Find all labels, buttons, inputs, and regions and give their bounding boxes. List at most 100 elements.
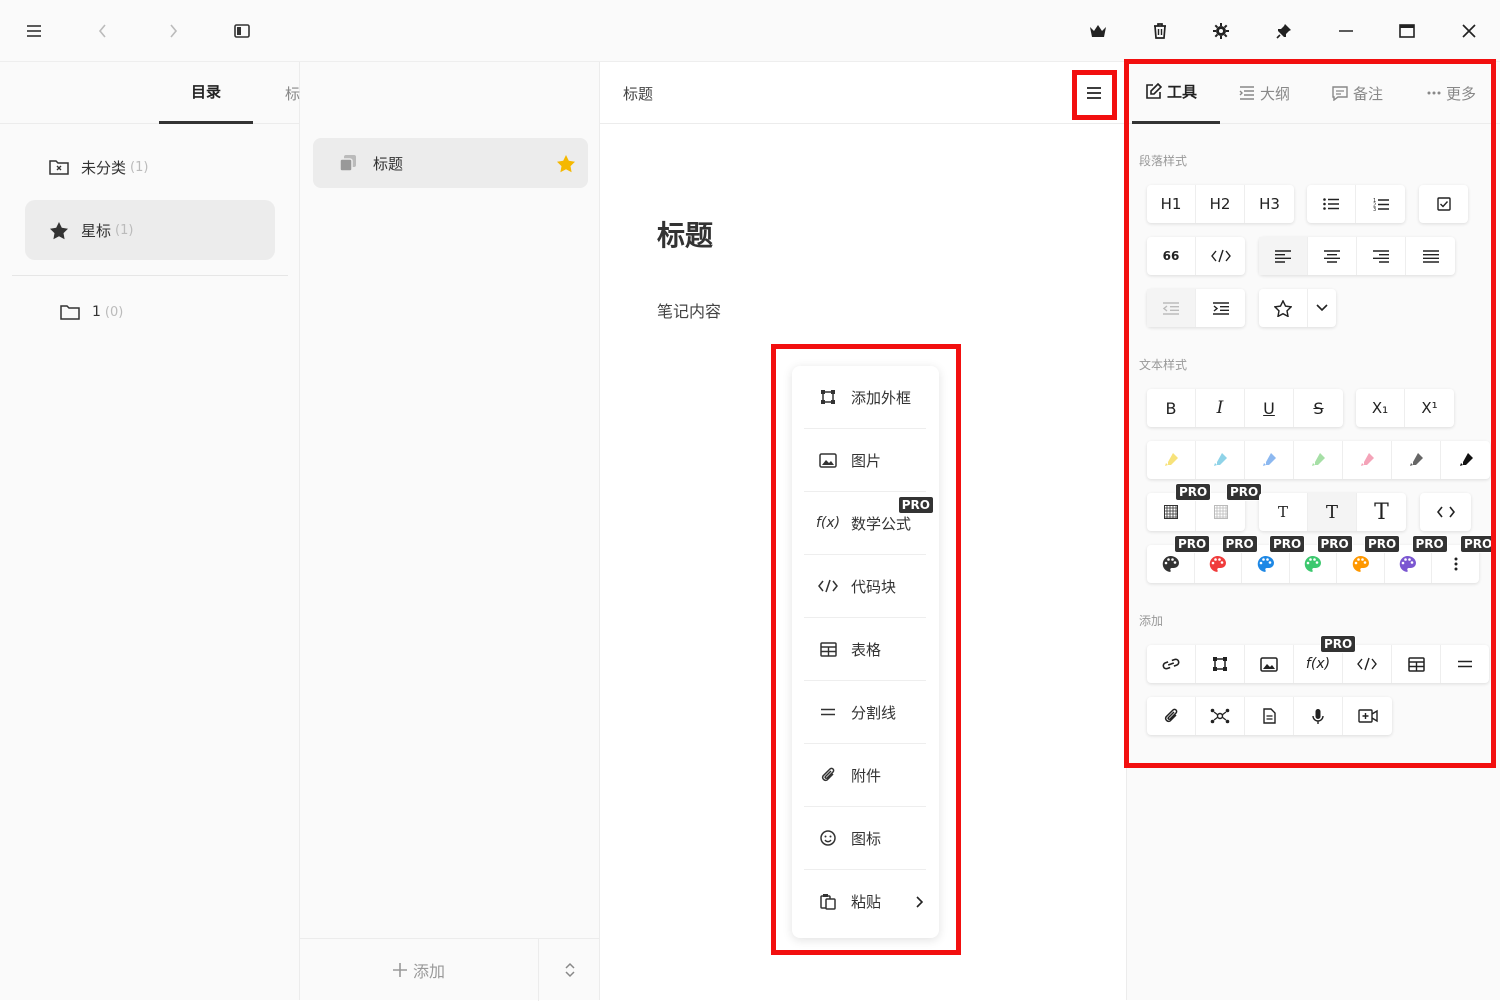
comment-icon	[1332, 85, 1348, 101]
font-size-group: T T T	[1259, 493, 1406, 531]
attachment-icon[interactable]	[1147, 697, 1196, 735]
video-icon[interactable]	[1343, 697, 1392, 735]
formula-icon[interactable]: f(x) PRO	[1294, 635, 1357, 683]
bullet-list-icon[interactable]	[1307, 185, 1356, 223]
palette-icon[interactable]: PRO	[1385, 535, 1448, 583]
superscript-button[interactable]: X¹	[1405, 389, 1454, 427]
background-light-icon[interactable]: PRO	[1196, 483, 1263, 531]
menu-item-frame[interactable]: 添加外框	[804, 366, 926, 429]
align-justify-icon[interactable]	[1406, 237, 1455, 275]
table-icon	[817, 641, 839, 657]
editor-menu-icon[interactable]	[1077, 76, 1111, 110]
close-icon[interactable]	[1452, 14, 1486, 48]
divider-icon[interactable]	[1441, 645, 1489, 683]
menu-item-attachment[interactable]: 附件	[804, 744, 926, 807]
add-note-button[interactable]: 添加	[300, 939, 538, 1001]
outdent-icon[interactable]	[1147, 289, 1196, 327]
star-icon[interactable]	[556, 154, 576, 173]
menu-item-table[interactable]: 表格	[804, 618, 926, 681]
maximize-icon[interactable]	[1390, 14, 1424, 48]
checkbox-icon[interactable]	[1419, 185, 1468, 223]
crown-icon[interactable]	[1081, 14, 1115, 48]
menu-item-code[interactable]: 代码块	[804, 555, 926, 618]
menu-item-image[interactable]: 图片	[804, 429, 926, 492]
align-right-icon[interactable]	[1357, 237, 1406, 275]
highlighter-icon[interactable]	[1147, 441, 1196, 479]
tab-catalog[interactable]: 目录	[159, 62, 253, 124]
menu-item-divider[interactable]: 分割线	[804, 681, 926, 744]
pro-badge: PRO	[897, 496, 934, 514]
tab-label: 备注	[1353, 84, 1384, 103]
strikethrough-button[interactable]: S	[1294, 389, 1343, 427]
pin-icon[interactable]	[1267, 14, 1301, 48]
section-title-text: 文本样式	[1139, 358, 1188, 372]
numbered-list-icon[interactable]: 123	[1356, 185, 1405, 223]
minimize-icon[interactable]	[1329, 14, 1363, 48]
section-title-add: 添加	[1139, 614, 1164, 628]
highlighter-icon[interactable]	[1392, 441, 1441, 479]
palette-icon[interactable]: PRO	[1337, 535, 1401, 583]
highlighter-icon[interactable]	[1245, 441, 1294, 479]
sidebar-toggle-icon[interactable]	[225, 14, 259, 48]
tab-notes[interactable]: 备注	[1332, 62, 1383, 124]
document-title[interactable]: 标题	[657, 214, 713, 254]
tab-more[interactable]: 更多	[1427, 62, 1476, 124]
h1-button[interactable]: H1	[1147, 185, 1196, 223]
forward-icon[interactable]	[156, 14, 190, 48]
microphone-icon[interactable]	[1294, 697, 1343, 735]
menu-icon[interactable]	[17, 14, 51, 48]
image-icon[interactable]	[1245, 645, 1294, 683]
font-large-button[interactable]: T	[1357, 493, 1406, 531]
align-center-icon[interactable]	[1308, 237, 1357, 275]
sort-icon[interactable]	[538, 939, 600, 1001]
background-pattern-icon[interactable]: PRO	[1147, 483, 1212, 531]
back-icon[interactable]	[86, 14, 120, 48]
code-block-icon[interactable]	[1343, 645, 1392, 683]
font-medium-button[interactable]: T	[1308, 493, 1357, 531]
tab-outline[interactable]: 大纲	[1239, 62, 1290, 124]
inline-code-icon[interactable]	[1196, 237, 1245, 275]
link-icon[interactable]	[1147, 645, 1196, 683]
h2-button[interactable]: H2	[1196, 185, 1245, 223]
italic-button[interactable]: I	[1196, 389, 1245, 427]
tab-tools[interactable]: 工具	[1132, 62, 1220, 124]
gear-icon[interactable]	[1204, 14, 1238, 48]
code-brackets-icon[interactable]	[1420, 493, 1471, 531]
h3-button[interactable]: H3	[1245, 185, 1294, 223]
align-left-icon[interactable]	[1259, 237, 1308, 275]
star-outline-icon[interactable]	[1259, 289, 1308, 327]
more-vertical-icon[interactable]: PRO	[1432, 535, 1497, 583]
tab-label: 工具	[1167, 83, 1198, 101]
bold-button[interactable]: B	[1147, 389, 1196, 427]
category-uncategorized[interactable]: 未分类 (1)	[25, 137, 275, 197]
indent-icon[interactable]	[1196, 289, 1245, 327]
frame-icon[interactable]	[1196, 645, 1245, 683]
highlighter-icon[interactable]	[1294, 441, 1343, 479]
menu-item-emoji[interactable]: 图标	[804, 807, 926, 870]
palette-icon[interactable]: PRO	[1242, 535, 1306, 583]
document-body[interactable]: 笔记内容	[657, 298, 721, 322]
title-bar	[0, 0, 1500, 62]
highlighter-icon[interactable]	[1343, 441, 1392, 479]
palette-icon[interactable]: PRO	[1147, 535, 1211, 583]
palette-icon[interactable]: PRO	[1290, 535, 1353, 583]
font-small-button[interactable]: T	[1259, 493, 1308, 531]
subscript-button[interactable]: X₁	[1356, 389, 1405, 427]
underline-button[interactable]: U	[1245, 389, 1294, 427]
quote-button[interactable]: 66	[1147, 237, 1196, 275]
tool-panel: 工具 大纲 备注 更多 段落样式 H1 H2 H3 123 66 文本样式 B …	[1126, 62, 1500, 1000]
highlighter-icon[interactable]	[1196, 441, 1245, 479]
menu-item-formula[interactable]: f(x) 数学公式 PRO	[804, 492, 934, 555]
chevron-down-icon[interactable]	[1308, 289, 1336, 327]
category-starred[interactable]: 星标 (1)	[25, 200, 275, 260]
menu-item-paste[interactable]: 粘贴	[804, 870, 926, 933]
trash-icon[interactable]	[1143, 14, 1177, 48]
folder-item[interactable]: 1 (0)	[25, 282, 275, 342]
note-list-item[interactable]: 标题	[313, 138, 588, 188]
palette-icon[interactable]: PRO	[1195, 535, 1258, 583]
formula-icon: f(x)	[815, 515, 841, 531]
document-icon[interactable]	[1245, 697, 1294, 735]
highlighter-icon[interactable]	[1441, 441, 1490, 479]
table-icon[interactable]	[1392, 645, 1441, 683]
mindmap-icon[interactable]	[1196, 697, 1245, 735]
